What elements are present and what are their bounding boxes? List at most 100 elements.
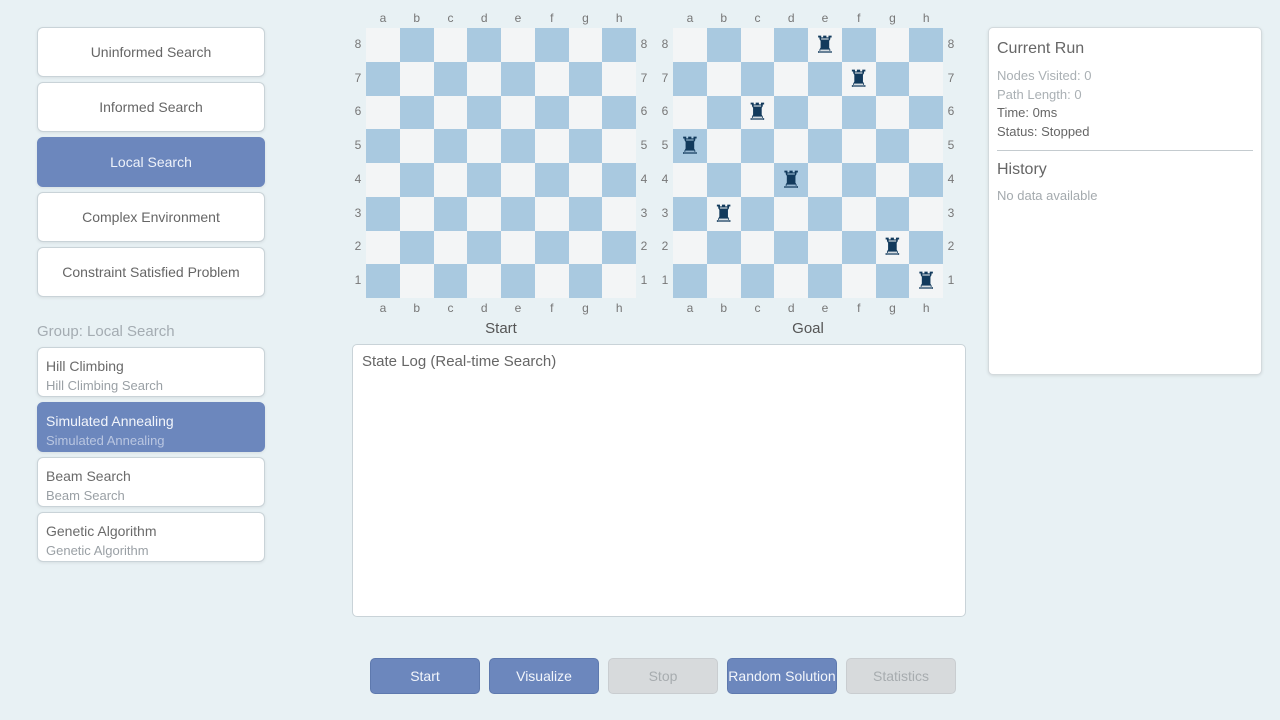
square-g3[interactable] (875, 196, 910, 231)
square-d4[interactable] (467, 163, 501, 197)
square-g6[interactable] (875, 95, 910, 130)
square-c3[interactable] (433, 196, 468, 231)
square-e8[interactable]: ♜ (808, 28, 842, 62)
category-uninformed-search-button[interactable]: Uninformed Search (37, 27, 265, 77)
square-e6[interactable] (501, 95, 535, 130)
square-g8[interactable] (875, 28, 910, 62)
square-g2[interactable]: ♜ (875, 230, 910, 265)
square-e4[interactable] (808, 163, 842, 197)
square-f5[interactable] (534, 129, 569, 163)
square-a5[interactable]: ♜ (673, 129, 707, 163)
square-d3[interactable] (467, 196, 501, 231)
square-f1[interactable] (534, 264, 569, 298)
square-e3[interactable] (501, 196, 535, 231)
square-b6[interactable] (706, 95, 741, 130)
square-c2[interactable] (433, 230, 468, 265)
square-f8[interactable] (534, 28, 569, 62)
square-c1[interactable] (433, 264, 468, 298)
square-h5[interactable] (602, 129, 636, 163)
square-c6[interactable] (433, 95, 468, 130)
square-h7[interactable] (909, 61, 943, 96)
square-d7[interactable] (467, 61, 501, 96)
square-h1[interactable] (602, 264, 636, 298)
square-h3[interactable] (602, 196, 636, 231)
state-log-panel[interactable]: State Log (Real-time Search) (352, 344, 966, 617)
square-g5[interactable] (568, 129, 603, 163)
visualize-button[interactable]: Visualize (489, 658, 599, 694)
square-h4[interactable] (909, 163, 943, 197)
square-a8[interactable] (366, 28, 400, 62)
algorithm-beam-search-button[interactable]: Beam Search Beam Search (37, 457, 265, 507)
square-e5[interactable] (808, 129, 842, 163)
square-e8[interactable] (501, 28, 535, 62)
square-b4[interactable] (399, 163, 434, 197)
square-c4[interactable] (433, 163, 468, 197)
square-f4[interactable] (534, 163, 569, 197)
square-c7[interactable] (740, 61, 775, 96)
square-f4[interactable] (841, 163, 876, 197)
square-d8[interactable] (774, 28, 808, 62)
square-b2[interactable] (706, 230, 741, 265)
square-f7[interactable] (534, 61, 569, 96)
statistics-button[interactable]: Statistics (846, 658, 956, 694)
square-c2[interactable] (740, 230, 775, 265)
square-g2[interactable] (568, 230, 603, 265)
square-e2[interactable] (808, 230, 842, 265)
square-a8[interactable] (673, 28, 707, 62)
square-h2[interactable] (909, 230, 943, 265)
square-e5[interactable] (501, 129, 535, 163)
square-g4[interactable] (875, 163, 910, 197)
square-g3[interactable] (568, 196, 603, 231)
square-b8[interactable] (399, 28, 434, 62)
square-b3[interactable]: ♜ (706, 196, 741, 231)
square-a3[interactable] (366, 196, 400, 231)
square-e1[interactable] (501, 264, 535, 298)
square-f3[interactable] (534, 196, 569, 231)
square-g8[interactable] (568, 28, 603, 62)
square-b1[interactable] (706, 264, 741, 298)
square-d1[interactable] (467, 264, 501, 298)
square-f7[interactable]: ♜ (841, 61, 876, 96)
square-d2[interactable] (774, 230, 808, 265)
square-c8[interactable] (433, 28, 468, 62)
square-d2[interactable] (467, 230, 501, 265)
square-b8[interactable] (706, 28, 741, 62)
square-d5[interactable] (774, 129, 808, 163)
stop-button[interactable]: Stop (608, 658, 718, 694)
algorithm-genetic-algorithm-button[interactable]: Genetic Algorithm Genetic Algorithm (37, 512, 265, 562)
square-a6[interactable] (673, 95, 707, 130)
square-c7[interactable] (433, 61, 468, 96)
square-d7[interactable] (774, 61, 808, 96)
square-b5[interactable] (399, 129, 434, 163)
square-e7[interactable] (501, 61, 535, 96)
square-a3[interactable] (673, 196, 707, 231)
square-a1[interactable] (673, 264, 707, 298)
square-a1[interactable] (366, 264, 400, 298)
square-a6[interactable] (366, 95, 400, 130)
algorithm-hill-climbing-button[interactable]: Hill Climbing Hill Climbing Search (37, 347, 265, 397)
category-csp-button[interactable]: Constraint Satisfied Problem (37, 247, 265, 297)
square-h3[interactable] (909, 196, 943, 231)
square-h7[interactable] (602, 61, 636, 96)
category-complex-environment-button[interactable]: Complex Environment (37, 192, 265, 242)
square-d6[interactable] (774, 95, 808, 130)
square-c5[interactable] (740, 129, 775, 163)
square-b5[interactable] (706, 129, 741, 163)
square-c5[interactable] (433, 129, 468, 163)
square-e2[interactable] (501, 230, 535, 265)
square-a4[interactable] (673, 163, 707, 197)
square-g6[interactable] (568, 95, 603, 130)
algorithm-simulated-annealing-button[interactable]: Simulated Annealing Simulated Annealing (37, 402, 265, 452)
square-h2[interactable] (602, 230, 636, 265)
square-h6[interactable] (909, 95, 943, 130)
square-h8[interactable] (602, 28, 636, 62)
square-b6[interactable] (399, 95, 434, 130)
square-f2[interactable] (534, 230, 569, 265)
square-b2[interactable] (399, 230, 434, 265)
square-f3[interactable] (841, 196, 876, 231)
square-e7[interactable] (808, 61, 842, 96)
square-d6[interactable] (467, 95, 501, 130)
square-c4[interactable] (740, 163, 775, 197)
square-e4[interactable] (501, 163, 535, 197)
square-g5[interactable] (875, 129, 910, 163)
